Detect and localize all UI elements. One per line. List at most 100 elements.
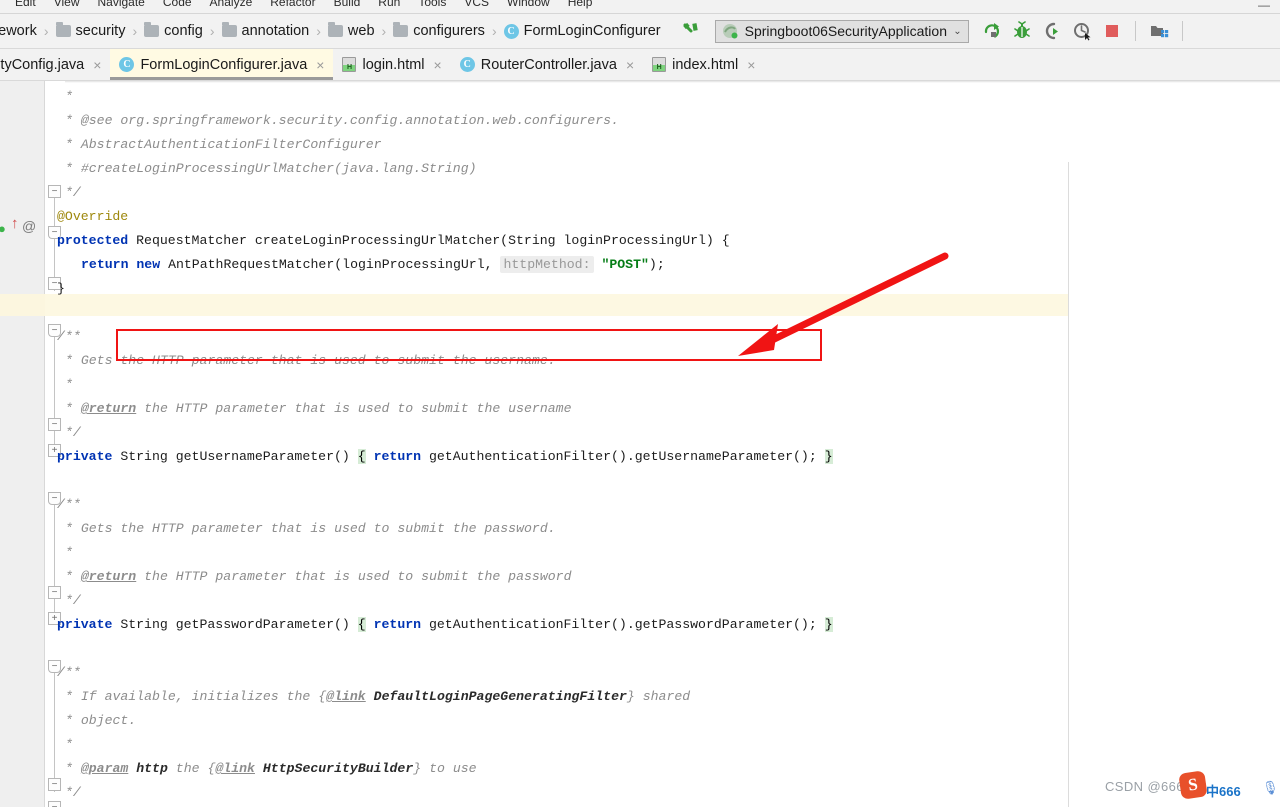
tab-label: index.html: [672, 56, 739, 73]
code-line[interactable]: *: [65, 733, 73, 757]
code-token: private: [57, 449, 121, 464]
code-line[interactable]: /**: [57, 325, 81, 349]
breadcrumb-label: configurers: [413, 23, 485, 39]
code-line[interactable]: * Gets the HTTP parameter that is used t…: [65, 349, 556, 373]
navigation-bar: amework › security › config › annotation…: [0, 14, 1280, 49]
code-line[interactable]: * @see org.springframework.security.conf…: [65, 109, 619, 133]
code-line[interactable]: *: [65, 85, 73, 109]
code-editor[interactable]: ● ↑ @ − − − − − + − − + − − − * * @see or…: [0, 81, 1280, 807]
code-token: * #createLoginProcessingUrlMatcher(java.…: [65, 161, 477, 176]
menu-bar[interactable]: Edit View Navigate Code Analyze Refactor…: [0, 0, 1280, 14]
code-line[interactable]: @Override: [57, 205, 128, 229]
code-line[interactable]: * @return the HTTP parameter that is use…: [65, 565, 572, 589]
code-token: *: [65, 569, 81, 584]
tab-login-html[interactable]: H login.html ×: [333, 49, 450, 80]
code-token: }: [824, 617, 833, 632]
code-line[interactable]: /**: [57, 661, 81, 685]
project-structure-button[interactable]: [1146, 18, 1172, 44]
code-line[interactable]: */: [65, 421, 81, 445]
code-token: @link: [326, 689, 366, 704]
code-line[interactable]: return new AntPathRequestMatcher(loginPr…: [81, 253, 665, 277]
breadcrumb-item-config[interactable]: config: [144, 22, 203, 39]
tab-index-html[interactable]: H index.html ×: [643, 49, 764, 80]
code-line[interactable]: * AbstractAuthenticationFilterConfigurer: [65, 133, 382, 157]
code-line[interactable]: protected RequestMatcher createLoginProc…: [57, 229, 730, 253]
editor-gutter[interactable]: ● ↑ @: [0, 81, 45, 807]
code-line[interactable]: * #createLoginProcessingUrlMatcher(java.…: [65, 157, 477, 181]
implementing-method-icon[interactable]: ↑: [11, 215, 19, 232]
breadcrumb-item-security[interactable]: security: [55, 22, 125, 39]
fold-collapse-icon[interactable]: −: [48, 418, 61, 431]
fold-line: [54, 191, 55, 291]
menu-item-code[interactable]: Code: [154, 0, 201, 8]
close-icon[interactable]: ×: [316, 57, 324, 73]
code-line[interactable]: private String getUsernameParameter() { …: [57, 445, 833, 469]
code-line[interactable]: */: [65, 781, 81, 805]
menu-item-tools[interactable]: Tools: [409, 0, 455, 8]
breadcrumb-item-configurers[interactable]: configurers: [393, 22, 485, 39]
code-line[interactable]: private String getPasswordParameter() { …: [57, 613, 833, 637]
run-with-coverage-button[interactable]: [1039, 18, 1065, 44]
code-token: DefaultLoginPageGeneratingFilter: [373, 689, 627, 704]
code-line[interactable]: }: [57, 277, 65, 301]
menu-item-help[interactable]: Help: [559, 0, 602, 8]
tab-formloginconfigurer-java[interactable]: C FormLoginConfigurer.java ×: [110, 49, 334, 80]
override-annotation-icon[interactable]: @: [22, 218, 36, 234]
code-line[interactable]: * If available, initializes the {@link D…: [65, 685, 690, 709]
close-icon[interactable]: ×: [626, 57, 634, 73]
menu-item-view[interactable]: View: [45, 0, 89, 8]
minimize-button[interactable]: —: [1258, 0, 1270, 12]
code-token: );: [648, 257, 665, 272]
code-folding-strip[interactable]: − − − − − + − − + − − −: [45, 81, 65, 807]
debug-button[interactable]: [1009, 18, 1035, 44]
menu-item-analyze[interactable]: Analyze: [201, 0, 262, 8]
code-token: getAuthenticationFilter().getPasswordPar…: [428, 617, 825, 632]
run-configuration-selector[interactable]: Springboot06SecurityApplication ⌄: [714, 19, 969, 43]
code-token: }: [824, 449, 833, 464]
menu-item-vcs[interactable]: VCS: [455, 0, 498, 8]
breadcrumb-item-web[interactable]: web: [327, 22, 375, 39]
code-line[interactable]: * Gets the HTTP parameter that is used t…: [65, 517, 556, 541]
close-icon[interactable]: ×: [747, 57, 755, 73]
code-line[interactable]: *: [65, 373, 73, 397]
menu-item-navigate[interactable]: Navigate: [88, 0, 153, 8]
close-icon[interactable]: ×: [93, 57, 101, 73]
close-icon[interactable]: ×: [434, 57, 442, 73]
menu-item-window[interactable]: Window: [498, 0, 559, 8]
chevron-down-icon[interactable]: ⌄: [953, 26, 961, 37]
code-line[interactable]: */: [65, 589, 81, 613]
watermark-suffix: 中666: [1206, 784, 1241, 799]
breadcrumb-separator-icon: ›: [316, 23, 321, 39]
code-line[interactable]: * @param http the {@link HttpSecurityBui…: [65, 757, 477, 781]
coverage-icon: [1045, 22, 1058, 40]
fold-collapse-icon[interactable]: −: [48, 778, 61, 791]
tab-routercontroller-java[interactable]: C RouterController.java ×: [451, 49, 643, 80]
tab-securityconfig-java[interactable]: ecurityConfig.java ×: [0, 49, 110, 80]
stop-button[interactable]: [1099, 18, 1125, 44]
code-line[interactable]: /**: [57, 493, 81, 517]
code-line[interactable]: */: [65, 181, 81, 205]
breadcrumb-label: web: [347, 23, 375, 39]
menu-item-run[interactable]: Run: [369, 0, 409, 8]
breadcrumb-item-amework[interactable]: amework: [0, 23, 37, 39]
menu-item-refactor[interactable]: Refactor: [261, 0, 324, 8]
profile-button[interactable]: [1069, 18, 1095, 44]
breadcrumb-label: annotation: [241, 23, 310, 39]
breadcrumb-item-formloginconfigurer[interactable]: C FormLoginConfigurer: [503, 23, 661, 39]
fold-collapse-icon[interactable]: −: [48, 586, 61, 599]
fold-collapse-icon[interactable]: −: [48, 185, 61, 198]
run-gutter-icon[interactable]: ●: [0, 221, 6, 236]
folder-icon: [221, 22, 237, 37]
build-project-button[interactable]: [679, 19, 703, 43]
tab-label: FormLoginConfigurer.java: [140, 56, 308, 73]
folder-icon: [327, 22, 343, 37]
code-line[interactable]: * object.: [65, 709, 136, 733]
run-button[interactable]: [979, 18, 1005, 44]
code-line[interactable]: * @return the HTTP parameter that is use…: [65, 397, 572, 421]
menu-item-edit[interactable]: Edit: [6, 0, 45, 8]
menu-item-build[interactable]: Build: [325, 0, 370, 8]
code-token: /**: [57, 497, 81, 512]
breadcrumb-item-annotation[interactable]: annotation: [221, 22, 310, 39]
code-line[interactable]: *: [65, 541, 73, 565]
